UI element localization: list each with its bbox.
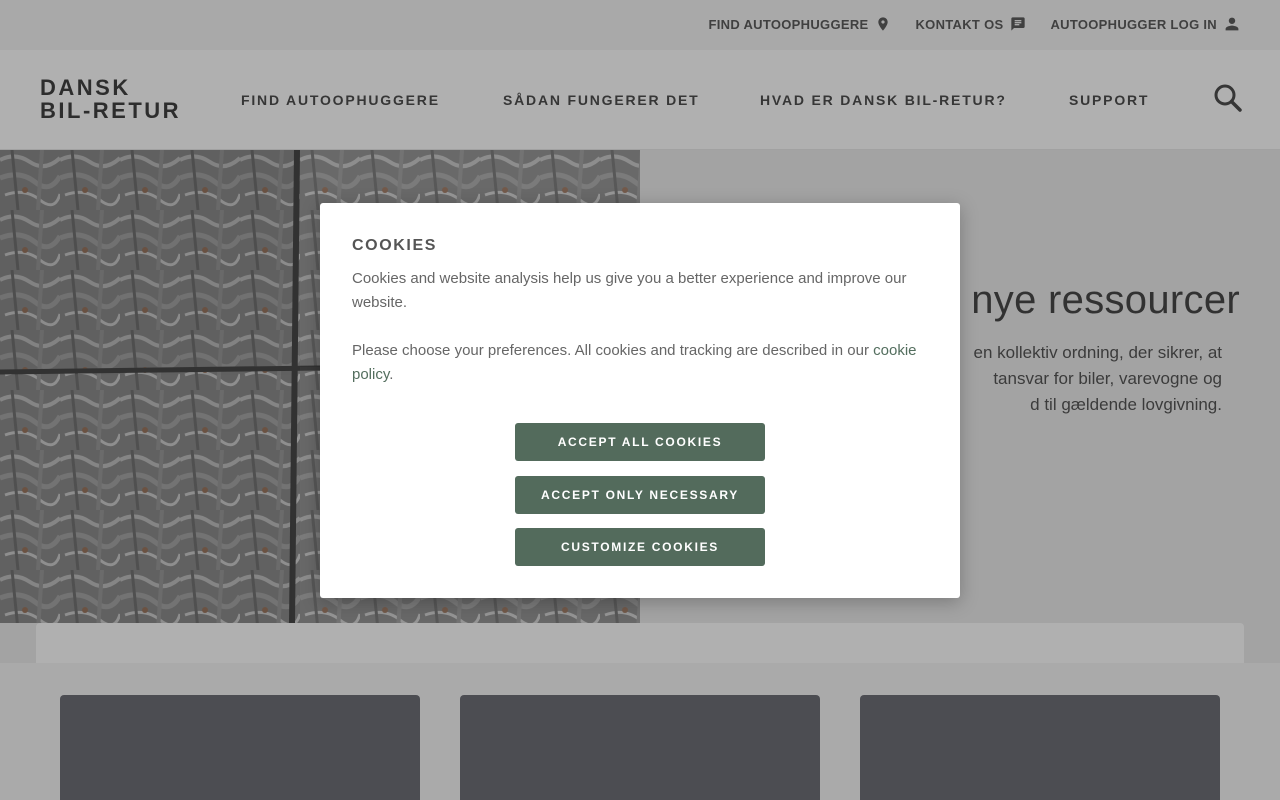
cookie-preferences-label: Please choose your preferences. All cook… [352,342,874,359]
cookie-modal: COOKIES Cookies and website analysis hel… [320,203,960,598]
cookie-preferences-text: Please choose your preferences. All cook… [352,339,928,387]
cookie-intro-text: Cookies and website analysis help us giv… [352,270,907,311]
accept-necessary-cookies-button[interactable]: ACCEPT ONLY NECESSARY [515,476,765,514]
cookie-preferences-end: . [389,366,394,383]
customize-cookies-button[interactable]: CUSTOMIZE COOKIES [515,528,765,566]
cookie-modal-title: COOKIES [352,237,437,254]
accept-all-cookies-button[interactable]: ACCEPT ALL COOKIES [515,423,765,461]
